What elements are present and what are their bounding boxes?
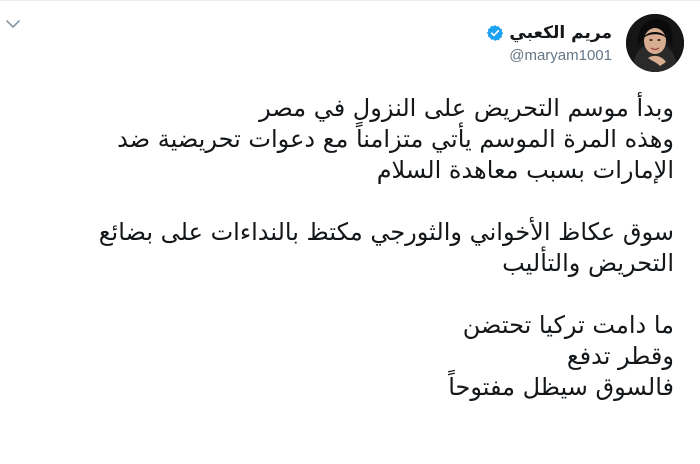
display-name-row: مريم الكعبي	[486, 23, 612, 43]
tweet-line: وقطر تدفع	[566, 342, 674, 370]
tweet-text: وبدأ موسم التحريض على النزول في مصر وهذه…	[14, 93, 674, 403]
tweet-line: سوق عكاظ الأخواني والثورجي مكتظ بالنداءا…	[98, 218, 674, 246]
avatar[interactable]	[626, 14, 684, 72]
tweet-header: مريم الكعبي @maryam1001	[486, 11, 684, 75]
chevron-down-icon[interactable]	[6, 19, 20, 29]
author-names: مريم الكعبي @maryam1001	[486, 23, 612, 64]
tweet-line: ما دامت تركيا تحتضن	[462, 311, 674, 339]
display-name[interactable]: مريم الكعبي	[509, 23, 612, 43]
tweet-line: التحريض والتأليب	[502, 249, 674, 277]
tweet-line: فالسوق سيظل مفتوحاً	[448, 373, 674, 401]
verified-badge-icon	[487, 24, 504, 41]
tweet-line: وبدأ موسم التحريض على النزول في مصر	[259, 94, 674, 122]
tweet-line: الإمارات بسبب معاهدة السلام	[376, 156, 674, 184]
handle[interactable]: @maryam1001	[509, 47, 612, 64]
tweet-line: وهذه المرة الموسم يأتي متزامناً مع دعوات…	[117, 125, 674, 153]
tweet-card: مريم الكعبي @maryam1001 وبدأ موسم التحري…	[0, 0, 700, 464]
